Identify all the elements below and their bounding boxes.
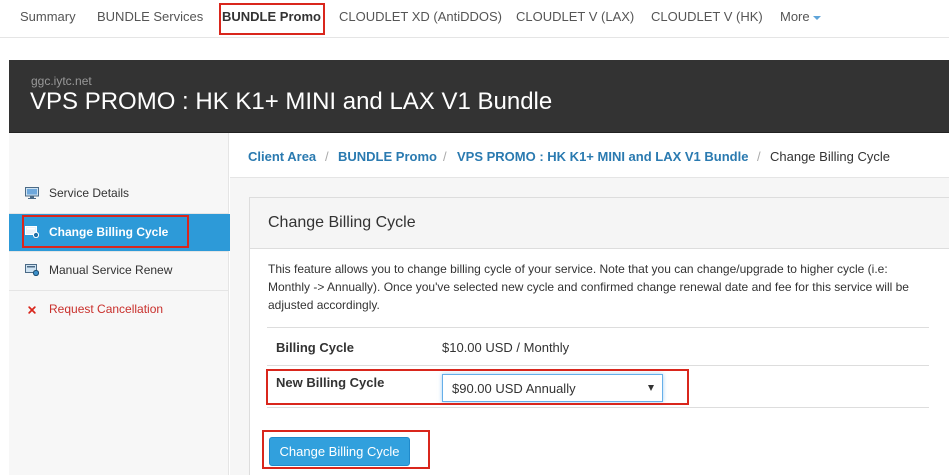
divider — [267, 365, 929, 366]
nav-cloudlet-v-lax[interactable]: CLOUDLET V (LAX) — [516, 9, 634, 24]
panel-title: Change Billing Cycle — [268, 214, 416, 231]
nav-more[interactable]: More — [780, 9, 821, 24]
monitor-icon — [25, 187, 39, 199]
billing-cycle-value: $10.00 USD / Monthly — [442, 340, 570, 355]
breadcrumb-separator: / — [757, 149, 761, 164]
sidebar-item-manual-service-renew[interactable]: Manual Service Renew — [9, 252, 230, 289]
breadcrumb-separator: / — [443, 149, 447, 164]
breadcrumb-service[interactable]: VPS PROMO : HK K1+ MINI and LAX V1 Bundl… — [457, 149, 748, 164]
nav-cloudlet-v-hk[interactable]: CLOUDLET V (HK) — [651, 9, 763, 24]
divider — [267, 407, 929, 408]
top-navigation: Summary BUNDLE Services BUNDLE Promo CLO… — [0, 0, 949, 38]
sidebar-item-service-details[interactable]: Service Details — [9, 175, 230, 212]
renew-icon — [25, 264, 39, 276]
highlight-box-sidebar — [22, 215, 189, 248]
breadcrumb-current: Change Billing Cycle — [770, 149, 890, 164]
nav-bundle-services[interactable]: BUNDLE Services — [97, 9, 203, 24]
nav-more-label: More — [780, 9, 810, 24]
site-domain: ggc.iytc.net — [31, 74, 92, 88]
divider — [267, 327, 929, 328]
panel-description: This feature allows you to change billin… — [268, 262, 909, 312]
service-header: ggc.iytc.net VPS PROMO : HK K1+ MINI and… — [9, 60, 949, 133]
breadcrumb-client-area[interactable]: Client Area — [248, 149, 316, 164]
highlight-box-button — [262, 430, 430, 469]
breadcrumb-bundle-promo[interactable]: BUNDLE Promo — [338, 149, 437, 164]
sidebar-item-request-cancellation[interactable]: Request Cancellation — [9, 291, 230, 328]
highlight-box-nav — [219, 3, 325, 35]
breadcrumb-separator: / — [325, 149, 329, 164]
sidebar-item-label: Request Cancellation — [49, 302, 164, 316]
highlight-box-select — [266, 369, 689, 405]
breadcrumb: Client Area / BUNDLE Promo / VPS PROMO :… — [230, 138, 949, 178]
chevron-down-icon — [812, 15, 821, 20]
panel-header: Change Billing Cycle — [250, 198, 949, 249]
page-title: VPS PROMO : HK K1+ MINI and LAX V1 Bundl… — [30, 88, 553, 115]
sidebar-item-label: Manual Service Renew — [49, 263, 173, 277]
sidebar-item-label: Service Details — [49, 186, 130, 200]
billing-cycle-label: Billing Cycle — [276, 340, 355, 355]
sidebar: Service Details Change Billing Cycle Man… — [9, 133, 230, 475]
nav-cloudlet-xd[interactable]: CLOUDLET XD (AntiDDOS) — [339, 9, 502, 24]
nav-summary[interactable]: Summary — [20, 9, 76, 24]
cross-icon — [28, 306, 36, 314]
